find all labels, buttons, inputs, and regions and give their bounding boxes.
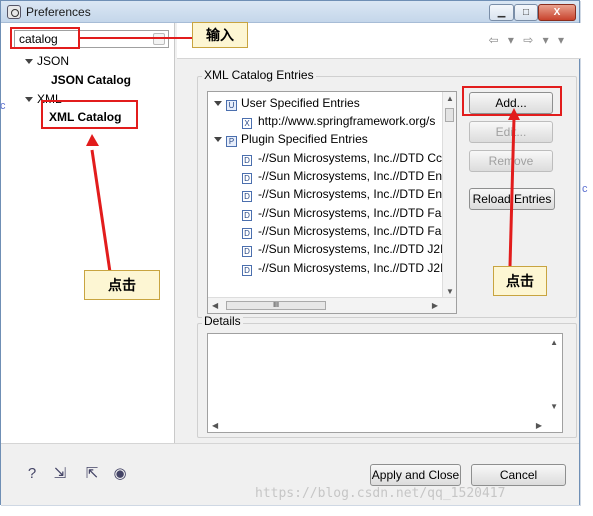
annotation-arrows	[86, 108, 520, 273]
right-click-arrow	[508, 117, 516, 267]
click-callout-right: 点击	[493, 266, 547, 296]
left-arrow-head-icon	[86, 134, 99, 146]
add-button-highlight-box	[462, 86, 562, 116]
left-click-arrow	[90, 149, 112, 273]
click-callout-left: 点击	[84, 270, 160, 300]
watermark: https://blog.csdn.net/qq_1520417	[255, 486, 506, 501]
